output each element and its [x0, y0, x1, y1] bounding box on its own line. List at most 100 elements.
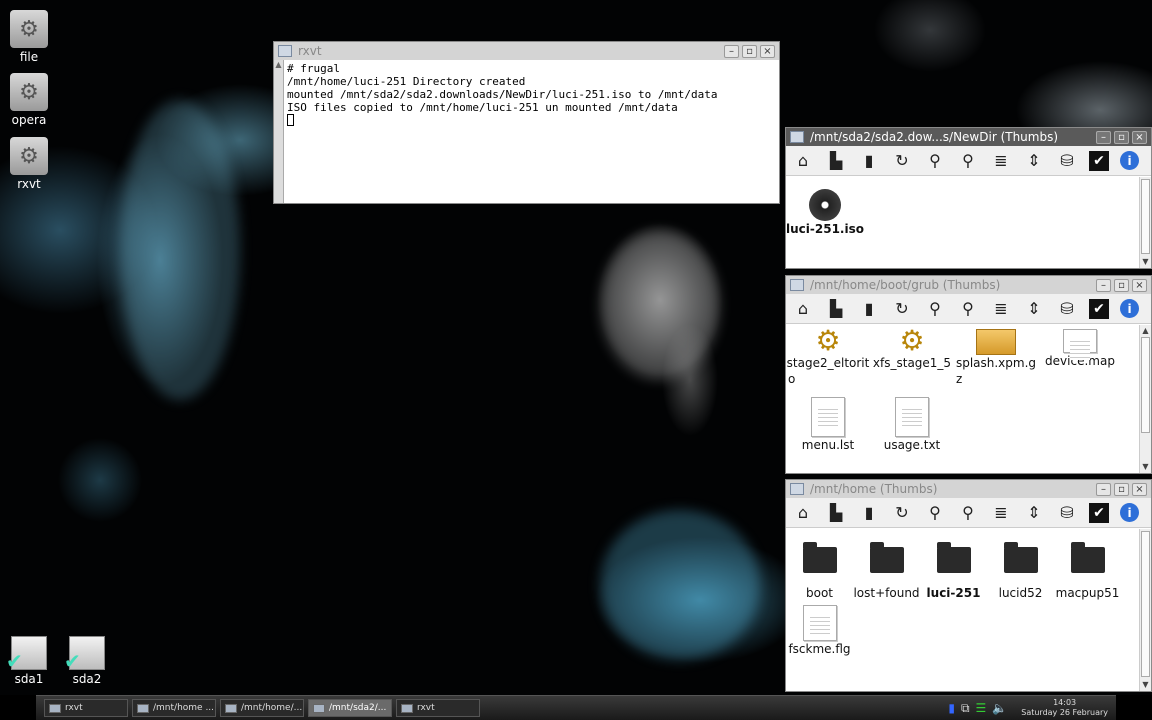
info-icon[interactable]: i	[1120, 151, 1139, 170]
bookmark-icon[interactable]: ▮	[858, 502, 880, 524]
list-view-icon[interactable]: ≣	[990, 150, 1012, 172]
file-item[interactable]: usage.txt	[870, 397, 954, 453]
folder-item[interactable]: boot	[786, 541, 853, 601]
refresh-icon[interactable]: ↻	[891, 298, 913, 320]
zoom-out-icon[interactable]: ⚲	[957, 502, 979, 524]
desktop-icon-opera[interactable]: ⚙ opera	[1, 73, 57, 127]
scroll-up-icon[interactable]: ▲	[274, 60, 283, 69]
up-icon[interactable]: ⌂	[792, 502, 814, 524]
bookmark-icon[interactable]: ▮	[858, 150, 880, 172]
file-manager-titlebar[interactable]: /mnt/home/boot/grub (Thumbs) – ▫ ×	[786, 276, 1151, 294]
minimize-button[interactable]: –	[1096, 130, 1111, 144]
desktop-icon-file[interactable]: ⚙ file	[1, 10, 57, 64]
taskbar-item[interactable]: /mnt/home/...	[220, 699, 304, 717]
file-view[interactable]: ⚙ stage2_eltorit o ⚙ xfs_stage1_5 splash…	[786, 325, 1139, 473]
close-button[interactable]: ×	[1132, 482, 1147, 496]
file-view[interactable]: boot lost+found luci-251 lucid52 macpup5…	[786, 529, 1139, 691]
battery-icon[interactable]: ▮	[948, 701, 955, 715]
folder-item[interactable]: lucid52	[987, 541, 1054, 601]
taskbar-item[interactable]: /mnt/home ...	[132, 699, 216, 717]
sort-icon[interactable]: ⇕	[1023, 298, 1045, 320]
terminal-window[interactable]: rxvt – ▫ × ▲ # frugal/mnt/home/luci-251 …	[273, 41, 780, 204]
taskbar-item[interactable]: rxvt	[396, 699, 480, 717]
file-item[interactable]: menu.lst	[786, 397, 870, 453]
info-icon[interactable]: i	[1120, 299, 1139, 318]
network-icon[interactable]: ⧉	[961, 701, 970, 716]
scroll-up-icon[interactable]: ▲	[1140, 326, 1151, 336]
zoom-out-icon[interactable]: ⚲	[957, 150, 979, 172]
terminal-output[interactable]: # frugal/mnt/home/luci-251 Directory cre…	[284, 60, 779, 203]
close-button[interactable]: ×	[760, 44, 775, 58]
folder-item[interactable]: macpup51	[1054, 541, 1121, 601]
list-view-icon[interactable]: ≣	[990, 298, 1012, 320]
file-item[interactable]: ⚙ stage2_eltorit o	[786, 329, 870, 387]
close-button[interactable]: ×	[1132, 278, 1147, 292]
file-item[interactable]: device.map	[1038, 329, 1122, 369]
scroll-down-icon[interactable]: ▼	[1140, 680, 1151, 690]
zoom-in-icon[interactable]: ⚲	[924, 298, 946, 320]
file-manager-grub[interactable]: /mnt/home/boot/grub (Thumbs) – ▫ × ⌂ ▙ ▮…	[785, 275, 1152, 474]
zoom-in-icon[interactable]: ⚲	[924, 502, 946, 524]
file-item[interactable]: ⚙ xfs_stage1_5	[870, 329, 954, 371]
scroll-down-icon[interactable]: ▼	[1140, 257, 1151, 267]
home-icon[interactable]: ▙	[825, 502, 847, 524]
select-icon[interactable]: ✔	[1089, 502, 1109, 523]
desktop-icon-rxvt[interactable]: ⚙ rxvt	[1, 137, 57, 191]
folder-item[interactable]: luci-251	[920, 541, 987, 601]
drive-icon-sda1[interactable]: ✔ sda1	[1, 636, 57, 686]
up-icon[interactable]: ⌂	[792, 298, 814, 320]
terminal-line: # frugal	[287, 62, 340, 75]
maximize-button[interactable]: ▫	[1114, 482, 1129, 496]
refresh-icon[interactable]: ↻	[891, 150, 913, 172]
mount-icon[interactable]: ⛁	[1056, 298, 1078, 320]
sort-icon[interactable]: ⇕	[1023, 502, 1045, 524]
scrollbar-thumb[interactable]	[1141, 337, 1150, 433]
taskbar-item[interactable]: /mnt/sda2/...	[308, 699, 392, 717]
terminal-scrollbar[interactable]: ▲	[274, 60, 284, 203]
select-icon[interactable]: ✔	[1089, 150, 1109, 171]
close-button[interactable]: ×	[1132, 130, 1147, 144]
file-manager-home[interactable]: /mnt/home (Thumbs) – ▫ × ⌂ ▙ ▮ ↻ ⚲ ⚲ ≣ ⇕…	[785, 479, 1152, 692]
select-icon[interactable]: ✔	[1089, 298, 1109, 319]
home-icon[interactable]: ▙	[825, 298, 847, 320]
home-icon[interactable]: ▙	[825, 150, 847, 172]
info-icon[interactable]: i	[1120, 503, 1139, 522]
maximize-button[interactable]: ▫	[742, 44, 757, 58]
mount-icon[interactable]: ⛁	[1056, 150, 1078, 172]
maximize-button[interactable]: ▫	[1114, 130, 1129, 144]
file-item[interactable]: fsckme.flg	[786, 605, 853, 657]
scrollbar-thumb[interactable]	[1141, 531, 1150, 677]
zoom-out-icon[interactable]: ⚲	[957, 298, 979, 320]
gear-icon: ⚙	[10, 73, 48, 111]
drive-icon-sda2[interactable]: ✔ sda2	[59, 636, 115, 686]
scroll-down-icon[interactable]: ▼	[1140, 462, 1151, 472]
terminal-body[interactable]: ▲ # frugal/mnt/home/luci-251 Directory c…	[274, 60, 779, 203]
file-item[interactable]: luci-251.iso	[786, 189, 864, 237]
terminal-titlebar[interactable]: rxvt – ▫ ×	[274, 42, 779, 60]
scrollbar-thumb[interactable]	[1141, 179, 1150, 254]
file-manager-titlebar[interactable]: /mnt/sda2/sda2.dow...s/NewDir (Thumbs) –…	[786, 128, 1151, 146]
clock[interactable]: 14:03 Saturday 26 February	[1021, 698, 1108, 718]
list-view-icon[interactable]: ≣	[990, 502, 1012, 524]
file-view[interactable]: luci-251.iso	[786, 177, 1139, 268]
bookmark-icon[interactable]: ▮	[858, 298, 880, 320]
minimize-button[interactable]: –	[1096, 482, 1111, 496]
sort-icon[interactable]: ⇕	[1023, 150, 1045, 172]
refresh-icon[interactable]: ↻	[891, 502, 913, 524]
folder-item[interactable]: lost+found	[853, 541, 920, 601]
mount-icon[interactable]: ⛁	[1056, 502, 1078, 524]
file-manager-titlebar[interactable]: /mnt/home (Thumbs) – ▫ ×	[786, 480, 1151, 498]
vertical-scrollbar[interactable]: ▼	[1139, 529, 1151, 691]
minimize-button[interactable]: –	[724, 44, 739, 58]
zoom-in-icon[interactable]: ⚲	[924, 150, 946, 172]
maximize-button[interactable]: ▫	[1114, 278, 1129, 292]
file-item[interactable]: splash.xpm.g z	[954, 329, 1038, 387]
minimize-button[interactable]: –	[1096, 278, 1111, 292]
cpu-monitor-icon[interactable]: ☰	[976, 701, 987, 715]
up-icon[interactable]: ⌂	[792, 150, 814, 172]
file-manager-newdir[interactable]: /mnt/sda2/sda2.dow...s/NewDir (Thumbs) –…	[785, 127, 1152, 269]
vertical-scrollbar[interactable]: ▼	[1139, 177, 1151, 268]
vertical-scrollbar[interactable]: ▲ ▼	[1139, 325, 1151, 473]
taskbar-item[interactable]: rxvt	[44, 699, 128, 717]
volume-icon[interactable]: 🔈	[992, 701, 1007, 715]
